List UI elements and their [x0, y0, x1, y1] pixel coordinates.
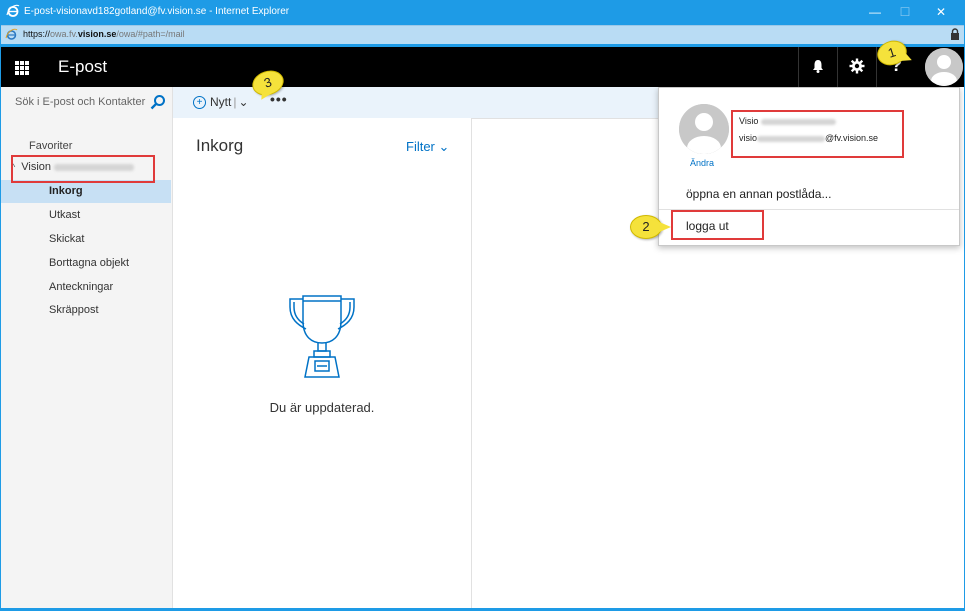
user-avatar-icon	[925, 48, 963, 86]
annotation-callout-2: 2	[630, 215, 671, 239]
account-avatar-button[interactable]	[925, 48, 963, 86]
search-placeholder[interactable]: Sök i E-post och Kontakter	[15, 96, 145, 108]
new-label: Nytt	[210, 95, 232, 109]
command-bar: + Nytt | ⌄ •••	[173, 87, 659, 119]
url-path: /owa/#path=/mail	[116, 29, 185, 39]
maximize-button[interactable]: ☐	[890, 2, 920, 22]
empty-state-message: Du är uppdaterad.	[269, 400, 375, 415]
filter-label: Filter	[406, 139, 435, 154]
folder-label: Anteckningar	[49, 281, 114, 293]
annotation-box-account	[11, 155, 155, 183]
app-header: E-post ?	[1, 47, 964, 87]
list-title: Inkorg	[196, 136, 244, 155]
user-avatar-icon	[679, 104, 729, 154]
chevron-down-icon[interactable]: ⌄	[238, 95, 248, 109]
gear-icon	[849, 58, 865, 74]
open-other-mailbox-link[interactable]: öppna en annan postlåda...	[686, 187, 831, 201]
new-separator: |	[233, 95, 237, 109]
close-button[interactable]: ✕	[926, 2, 956, 22]
url-scheme: https://	[23, 29, 51, 39]
folder-label: Utkast	[49, 209, 81, 221]
folder-drafts[interactable]: Utkast	[1, 204, 171, 227]
plus-icon: +	[193, 96, 206, 110]
trophy-icon	[289, 295, 355, 378]
lock-icon[interactable]	[950, 28, 960, 40]
new-message-button[interactable]: + Nytt | ⌄	[193, 95, 249, 110]
internet-explorer-icon	[6, 4, 20, 17]
minimize-button[interactable]: —	[860, 2, 890, 22]
folder-sent[interactable]: Skickat	[1, 228, 171, 251]
folder-inbox[interactable]: Inkorg	[1, 180, 171, 203]
browser-title-bar: E-post-visionavd182gotland@fv.vision.se …	[0, 0, 965, 25]
callout-number: 1	[886, 44, 898, 61]
annotation-box-user-info	[731, 110, 904, 158]
window-title: E-post-visionavd182gotland@fv.vision.se …	[24, 6, 290, 17]
search-box[interactable]: Sök i E-post och Kontakter	[1, 87, 172, 118]
bell-icon	[813, 60, 823, 73]
url-pre-host: owa.fv.	[50, 29, 78, 39]
page-icon	[5, 28, 18, 40]
url-text[interactable]: https://owa.fv.vision.se/owa/#path=/mail	[23, 29, 185, 39]
address-bar[interactable]: https://owa.fv.vision.se/owa/#path=/mail	[1, 25, 964, 44]
callout-number: 2	[642, 219, 650, 234]
folder-deleted[interactable]: Borttagna objekt	[1, 252, 171, 275]
message-list: Inkorg Filter ⌄ Du är uppdaterad.	[173, 118, 472, 608]
filter-button[interactable]: Filter ⌄	[406, 139, 449, 155]
settings-button[interactable]	[837, 47, 876, 87]
account-menu-avatar	[679, 104, 729, 154]
folder-junk[interactable]: Skräppost	[1, 299, 171, 322]
folder-label: Skickat	[49, 233, 85, 245]
change-photo-link[interactable]: Ändra	[690, 158, 714, 168]
folder-label: Borttagna objekt	[49, 257, 130, 269]
annotation-box-logout	[671, 210, 764, 240]
search-icon[interactable]	[150, 94, 166, 110]
folder-label: Skräppost	[49, 304, 99, 316]
folder-label: Inkorg	[49, 185, 83, 197]
favorites-header[interactable]: Favoriter	[29, 140, 72, 152]
url-host: vision.se	[77, 29, 117, 39]
app-launcher-button[interactable]	[1, 47, 41, 87]
folder-notes[interactable]: Anteckningar	[1, 276, 171, 299]
notifications-button[interactable]	[798, 47, 837, 87]
app-title: E-post	[58, 57, 108, 76]
chevron-down-icon: ⌄	[438, 139, 450, 154]
